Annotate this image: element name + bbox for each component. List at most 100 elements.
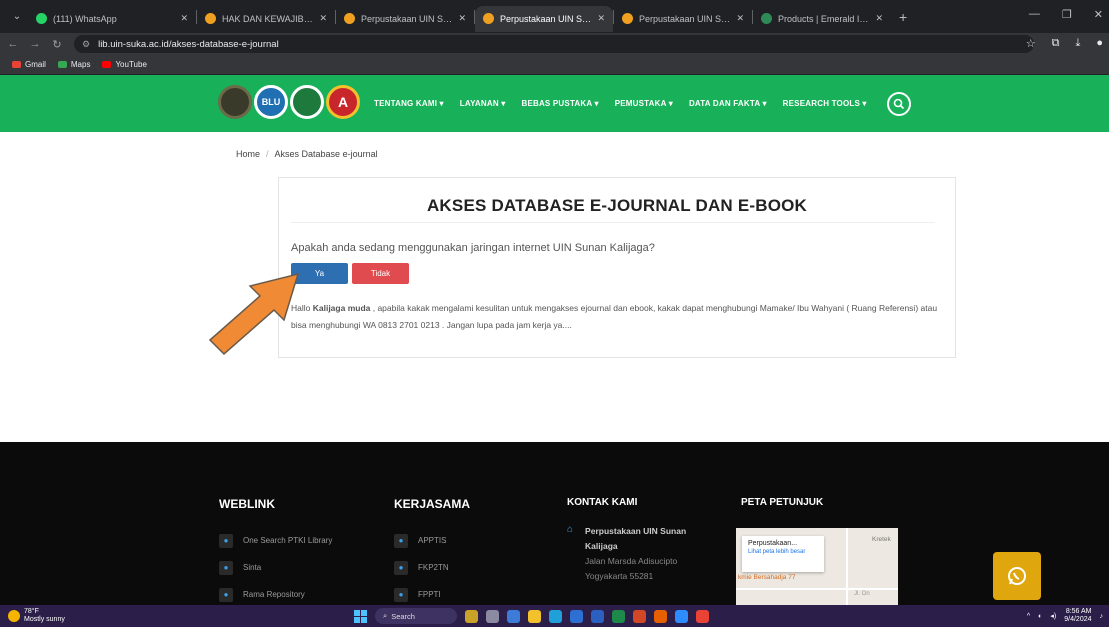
store-icon[interactable] — [570, 609, 583, 623]
taskbar: 78°F Mostly sunny ⌕ Search ^ ◐ ◂) 8:56 AM … — [0, 605, 1109, 627]
reload-icon[interactable]: ↻ — [48, 38, 66, 51]
chevron-up-icon[interactable]: ^ — [1027, 613, 1030, 620]
menu-bebas-pustaka[interactable]: BEBAS PUSTAKA ▾ — [521, 99, 598, 108]
network-icon[interactable]: ◐ — [1038, 613, 1042, 620]
file-explorer-icon[interactable] — [528, 609, 541, 623]
close-window-button[interactable]: ✕ — [1094, 8, 1103, 21]
minimize-button[interactable]: — — [1029, 8, 1040, 21]
extensions-icon[interactable]: ⧉ — [1052, 37, 1060, 50]
whatsapp-icon — [1008, 567, 1026, 585]
kerjasama-label[interactable]: FKP2TN — [418, 563, 449, 572]
map-road-label: Jl. On — [854, 591, 870, 597]
divider — [291, 222, 935, 223]
bookmark-item[interactable]: Maps — [57, 60, 90, 69]
browser-tab[interactable]: HAK DAN KEWAJIBAN ISTRI DA ✕ — [197, 6, 335, 32]
weblink-label[interactable]: Sinta — [243, 563, 261, 572]
whatsapp-chat-button[interactable] — [993, 552, 1041, 600]
forward-icon[interactable]: → — [26, 38, 44, 50]
tab-close-icon[interactable]: ✕ — [597, 13, 605, 24]
task-view-icon[interactable] — [486, 609, 499, 623]
kerjasama-label[interactable]: FPPTI — [418, 590, 441, 599]
chrome-icon[interactable] — [696, 609, 709, 623]
browser-tab-bar: ⌄ (111) WhatsApp✕HAK DAN KEWAJIBAN ISTRI… — [0, 0, 1109, 33]
firefox-icon[interactable] — [654, 609, 667, 623]
tab-title: Perpustakaan UIN Sunan Kalija — [500, 13, 591, 24]
bookmark-favicon-icon — [12, 61, 21, 68]
weather-widget[interactable]: 78°F Mostly sunny — [8, 608, 65, 624]
help-note-bold: Kalijaga muda — [312, 303, 371, 313]
widgets-icon[interactable] — [465, 609, 478, 623]
kerjasama-item[interactable]: ● APPTIS — [394, 527, 470, 554]
word-icon[interactable] — [591, 609, 604, 623]
kerjasama-item[interactable]: ● FKP2TN — [394, 554, 470, 581]
tab-title: HAK DAN KEWAJIBAN ISTRI DA — [222, 13, 314, 24]
zoom-icon[interactable] — [675, 609, 688, 623]
notification-bell-icon[interactable]: ♪ — [1100, 613, 1104, 620]
globe-icon: ● — [219, 560, 233, 575]
blu-logo[interactable]: BLU — [254, 85, 288, 119]
tab-close-icon[interactable]: ✕ — [875, 13, 883, 24]
kerjasama-title: KERJASAMA — [394, 497, 471, 511]
clock[interactable]: 8:56 AM 9/4/2024 — [1064, 608, 1091, 624]
breadcrumb-home[interactable]: Home — [236, 149, 260, 159]
bookmark-item[interactable]: YouTube — [102, 60, 147, 69]
search-icon: ⌕ — [383, 611, 388, 620]
browser-tab[interactable]: Perpustakaan UIN Sunan Kalija ✕ — [475, 5, 613, 32]
maximize-button[interactable]: ❐ — [1062, 8, 1072, 21]
menu-pemustaka[interactable]: PEMUSTAKA ▾ — [615, 99, 673, 108]
weblink-label[interactable]: One Search PTKI Library — [243, 536, 332, 545]
uin-seal-logo[interactable] — [218, 85, 252, 119]
menu-tentang-kami[interactable]: TENTANG KAMI ▾ — [374, 99, 444, 108]
tab-close-icon[interactable]: ✕ — [180, 13, 188, 24]
menu-research-tools[interactable]: RESEARCH TOOLS ▾ — [783, 99, 867, 108]
accreditation-logo[interactable]: A — [326, 85, 360, 119]
profile-icon[interactable]: ● — [1096, 37, 1103, 50]
browser-tab[interactable]: (111) WhatsApp ✕ — [28, 6, 196, 32]
embedded-map[interactable]: Perpustakaan... Lihat peta lebih besar k… — [736, 528, 898, 605]
menu-data-dan-fakta[interactable]: DATA DAN FAKTA ▾ — [689, 99, 767, 108]
windows-start-icon[interactable] — [354, 609, 367, 623]
tab-close-icon[interactable]: ✕ — [319, 13, 327, 24]
weblink-label[interactable]: Rama Repository — [243, 590, 305, 599]
download-icon[interactable]: ⤓ — [1075, 37, 1080, 50]
no-button[interactable]: Tidak — [352, 263, 409, 284]
site-info-icon[interactable]: ⚙ — [82, 39, 90, 50]
menu-layanan[interactable]: LAYANAN ▾ — [460, 99, 506, 108]
breadcrumb-current: Akses Database e-journal — [274, 149, 378, 159]
library-logo[interactable] — [290, 85, 324, 119]
tab-search-button[interactable]: ⌄ — [6, 7, 28, 27]
kerjasama-item[interactable]: ● FPPTI — [394, 581, 470, 608]
powerpoint-icon[interactable] — [633, 609, 646, 623]
browser-tab[interactable]: Perpustakaan UIN Sunan Kalija ✕ — [614, 6, 752, 32]
kontak-address-2: Yogyakarta 55281 — [585, 571, 654, 581]
tab-favicon-icon — [36, 13, 47, 24]
kerjasama-label[interactable]: APPTIS — [418, 536, 446, 545]
url-input[interactable]: ⚙ lib.uin-suka.ac.id/akses-database-e-jo… — [74, 35, 1034, 53]
tab-title: Perpustakaan UIN Sunan Kalija — [361, 13, 452, 24]
taskbar-search[interactable]: ⌕ Search — [375, 608, 457, 624]
app-icon[interactable] — [507, 609, 520, 623]
weblink-item[interactable]: ● One Search PTKI Library — [219, 527, 332, 554]
search-icon[interactable] — [886, 91, 911, 116]
map-area-label: Kretek — [872, 536, 891, 543]
address-bar-row: ← → ↻ ⚙ lib.uin-suka.ac.id/akses-databas… — [0, 33, 1109, 55]
tab-close-icon[interactable]: ✕ — [458, 13, 466, 24]
tab-close-icon[interactable]: ✕ — [736, 13, 744, 24]
kontak-address-1: Jalan Marsda Adisucipto — [585, 556, 678, 566]
back-icon[interactable]: ← — [4, 38, 22, 50]
browser-tab[interactable]: Perpustakaan UIN Sunan Kalija ✕ — [336, 6, 474, 32]
volume-icon[interactable]: ◂) — [1050, 612, 1056, 620]
browser-tab[interactable]: Products | Emerald Insight ✕ — [753, 6, 891, 32]
bookmark-item[interactable]: Gmail — [12, 60, 46, 69]
edge-icon[interactable] — [549, 609, 562, 623]
map-larger-link[interactable]: Lihat peta lebih besar — [748, 549, 818, 555]
access-card: AKSES DATABASE E-JOURNAL DAN E-BOOK Apak… — [278, 177, 956, 358]
breadcrumb: Home / Akses Database e-journal — [236, 149, 378, 159]
excel-icon[interactable] — [612, 609, 625, 623]
clock-date: 9/4/2024 — [1064, 616, 1092, 623]
weblink-item[interactable]: ● Sinta — [219, 554, 332, 581]
home-icon: ⌂ — [567, 524, 574, 535]
new-tab-button[interactable]: + — [899, 9, 907, 25]
bookmark-star-icon[interactable]: ☆ — [1026, 37, 1036, 50]
weblink-item[interactable]: ● Rama Repository — [219, 581, 332, 608]
